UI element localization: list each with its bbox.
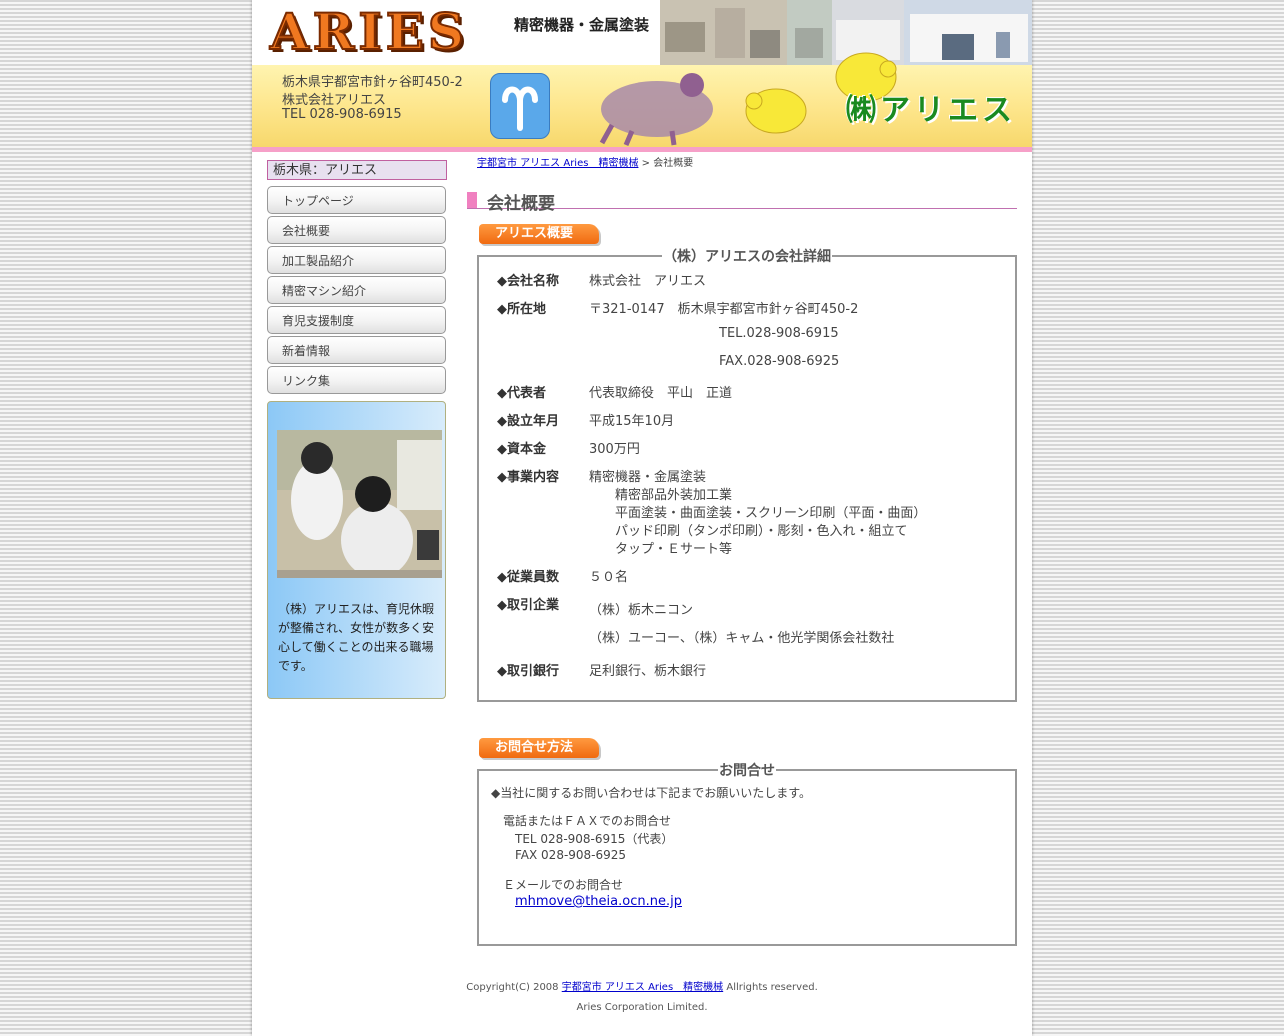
copyright-line: Copyright(C) 2008 宇都宮市 アリエス Aries 精密機械 A… xyxy=(466,982,818,993)
aries-logo[interactable]: ARIES xyxy=(269,1,468,62)
nav-item-products[interactable]: 加工製品紹介 xyxy=(267,246,446,274)
purple-ram-icon xyxy=(599,73,713,146)
contact-fax: FAX 028-908-6925 xyxy=(515,848,627,862)
nav-item-machines[interactable]: 精密マシン紹介 xyxy=(267,276,446,304)
yellow-ram-icon xyxy=(745,88,807,134)
nav-item-top[interactable]: トップページ xyxy=(267,186,446,214)
heading-bar xyxy=(467,192,477,208)
promo-text: （株）アリエスは、育児休暇が整備され、女性が数多く安心して働くことの出来る職場で… xyxy=(278,602,435,673)
nav-list: トップページ 会社概要 加工製品紹介 精密マシン紹介 育児支援制度 新着情報 リ… xyxy=(267,186,447,394)
breadcrumb-separator: > xyxy=(638,158,654,169)
workers-photo-icon xyxy=(277,430,442,578)
footer: Copyright(C) 2008 宇都宮市 アリエス Aries 精密機械 A… xyxy=(252,978,1032,1018)
breadcrumb: 宇都宮市 アリエス Aries 精密機械 > 会社概要 xyxy=(477,154,693,169)
tagline: 精密機器・金属塗装 xyxy=(514,16,650,34)
sidebar: 栃木県：アリエス トップページ 会社概要 加工製品紹介 精密マシン紹介 育児支援… xyxy=(267,160,447,699)
phone-heading: 電話またはＦＡＸでのお問合せ xyxy=(503,814,672,828)
header-band: 栃木県宇都宮市針ヶ谷町450-2 株式会社アリエス TEL 028-908-69… xyxy=(252,52,1032,152)
footer-home-link[interactable]: 宇都宮市 アリエス Aries 精密機械 xyxy=(562,982,723,993)
breadcrumb-current: 会社概要 xyxy=(653,158,694,169)
company-english-name: Aries Corporation Limited. xyxy=(576,1002,708,1013)
contact-legend: お問合せ xyxy=(719,763,775,779)
nav-item-company[interactable]: 会社概要 xyxy=(267,216,446,244)
header-company: 株式会社アリエス xyxy=(282,93,387,108)
email-link[interactable]: mhmove@theia.ocn.ne.jp xyxy=(515,894,682,909)
company-title: ㈱アリエス xyxy=(846,93,1016,128)
page: ARIES 精密機器・金属塗装 栃木県宇都宮市針ヶ谷町450-2 株式会社アリエ… xyxy=(252,0,1032,1036)
contact-tab: お問合せ方法 xyxy=(479,738,599,758)
nav-item-links[interactable]: リンク集 xyxy=(267,366,446,394)
overview-legend: （株）アリエスの会社詳細 xyxy=(663,249,831,265)
contact-intro: ◆当社に関するお問い合わせは下記までお願いいたします。 xyxy=(491,786,812,800)
email-heading: Ｅメールでのお問合せ xyxy=(503,878,624,892)
overview-tab: アリエス概要 xyxy=(479,224,599,244)
page-title: 会社概要 xyxy=(487,194,555,214)
breadcrumb-home-link[interactable]: 宇都宮市 アリエス Aries 精密機械 xyxy=(477,158,638,169)
contact-tel: TEL 028-908-6915（代表） xyxy=(515,832,674,846)
page-heading: 会社概要 xyxy=(467,188,1017,214)
header-top: ARIES 精密機器・金属塗装 xyxy=(252,0,1032,65)
nav-item-childcare[interactable]: 育児支援制度 xyxy=(267,306,446,334)
header-address: 栃木県宇都宮市針ヶ谷町450-2 xyxy=(282,75,463,90)
nav-item-news[interactable]: 新着情報 xyxy=(267,336,446,364)
header-tel: TEL 028-908-6915 xyxy=(282,107,402,122)
aries-zodiac-icon xyxy=(490,73,550,139)
region-label: 栃木県：アリエス xyxy=(267,160,447,180)
promo-panel: （株）アリエスは、育児休暇が整備され、女性が数多く安心して働くことの出来る職場で… xyxy=(267,401,446,699)
